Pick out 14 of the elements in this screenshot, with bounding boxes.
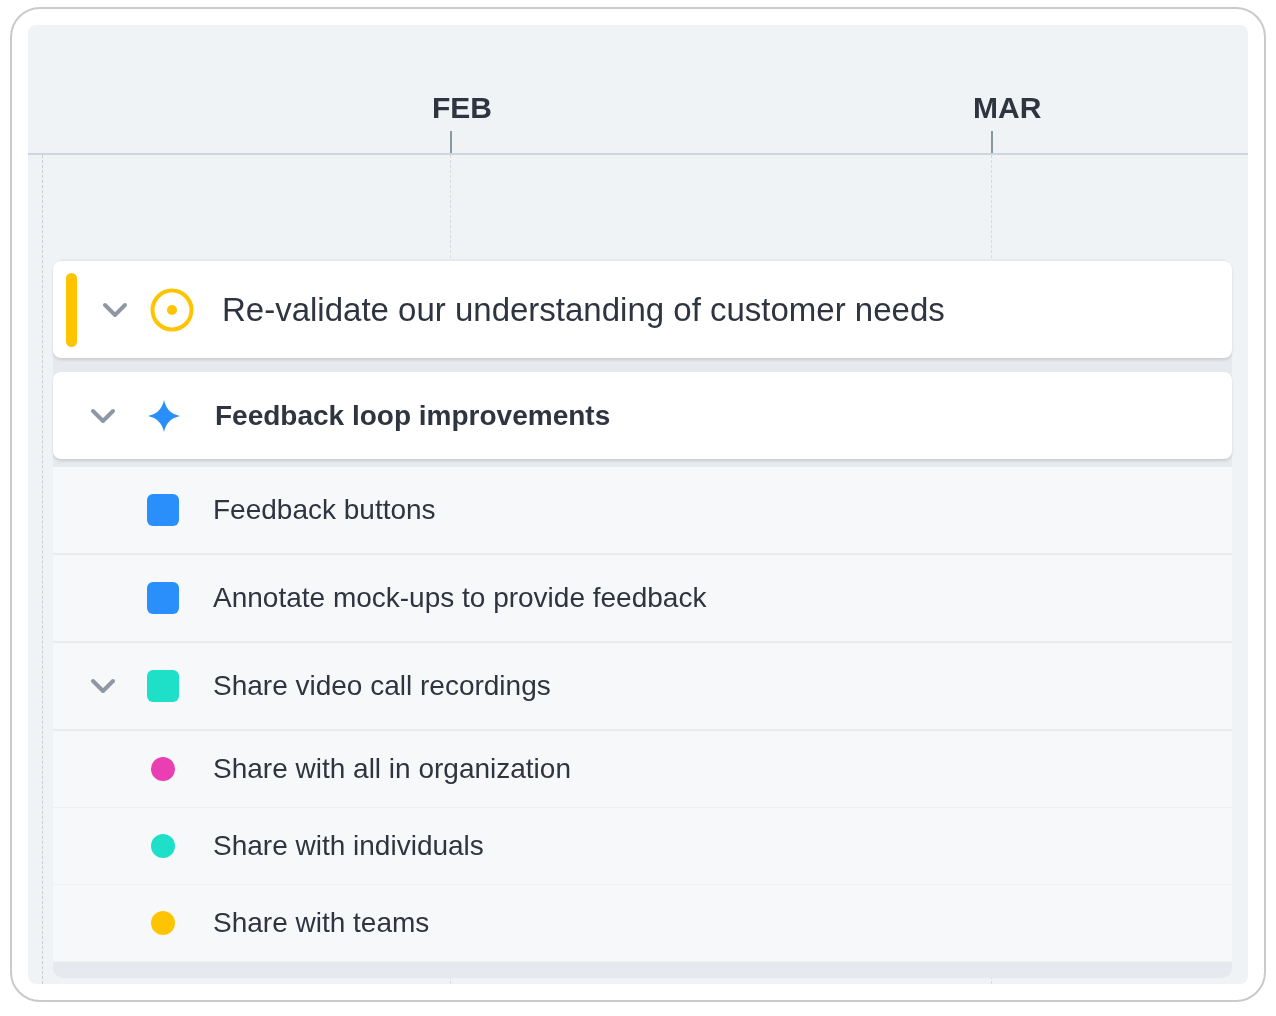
feature-title[interactable]: Feedback buttons <box>213 489 436 531</box>
chevron-icon[interactable] <box>89 677 117 695</box>
feature-title[interactable]: Share video call recordings <box>213 665 551 707</box>
tick-mark <box>991 131 993 153</box>
subtask-title[interactable]: Share with teams <box>213 902 430 944</box>
tick-mark <box>450 131 452 153</box>
subtask-title[interactable]: Share with all in organization <box>213 748 571 790</box>
feature-title[interactable]: Annotate mock-ups to provide feedback <box>213 577 707 619</box>
chevron-icon[interactable] <box>101 300 129 319</box>
subtask-title[interactable]: Share with individuals <box>213 825 484 867</box>
chevron-icon[interactable] <box>89 406 117 425</box>
month-label: MAR <box>973 90 1042 126</box>
month-label: FEB <box>432 90 492 126</box>
epic-title[interactable]: Feedback loop improvements <box>215 394 611 437</box>
